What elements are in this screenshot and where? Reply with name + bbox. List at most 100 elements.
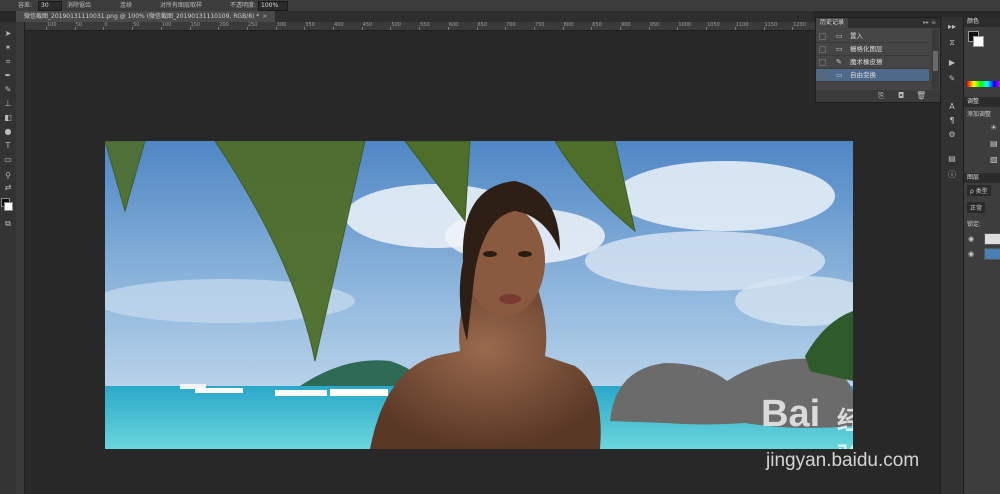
history-state-icon: ▭ [836,45,843,53]
ruler-tick-mark [361,27,363,30]
ruler-tick-label: 650 [477,22,488,28]
history-item-label: 栅格化图层 [850,45,883,53]
type-tool-icon[interactable]: T [2,140,14,151]
ruler-tick-mark [476,27,478,30]
right-panel-dock: 颜色 调整 添加调整 ☀ ▤ ▨ 图层 ρ 类型 正常 锁定: ◉ ◉ [963,17,1000,494]
layer-kind-filter[interactable]: ρ 类型 [967,185,991,196]
layer-thumbnail[interactable] [984,248,1000,260]
scrollbar-thumb[interactable] [933,51,938,71]
stamp-tool-icon[interactable]: ⊥ [2,98,14,109]
ruler-tick-mark [706,27,708,30]
brightness-adjust-icon[interactable]: ☀ [990,123,997,132]
document-tab[interactable]: 微信截图_20190131110031.png @ 100% (微信截图_201… [16,11,276,22]
swap-colors-icon[interactable]: ⇄ [2,182,14,193]
opacity-label: 不透明度: [230,2,257,9]
ruler-tick-mark [734,27,736,30]
history-panel-icon[interactable]: ⧖ [946,37,958,48]
actions-panel-icon[interactable]: ▶ [946,57,958,68]
levels-adjust-icon[interactable]: ▤ [990,139,998,148]
eye-icon[interactable]: ◉ [968,250,974,258]
curves-adjust-icon[interactable]: ▨ [990,155,998,164]
history-item[interactable]: ✎ 魔术橡皮擦 [816,56,929,69]
collapse-icon[interactable]: ▸▸ [946,21,958,32]
ruler-tick-label: 900 [621,22,631,28]
history-item[interactable]: ▭ 栅格化图层 [816,43,929,56]
new-document-from-state-icon[interactable]: ⎘ [878,91,884,101]
ruler-tick-label: 250 [247,22,258,28]
background-color-chip[interactable] [973,36,984,47]
opacity-input[interactable]: 100% [258,1,288,11]
tolerance-input[interactable]: 30 [38,1,62,11]
ruler-tick-label: 100 [161,22,172,28]
lock-label: 锁定: [967,221,982,228]
ruler-tick-mark [792,27,794,30]
ruler-tick-mark [218,27,220,30]
document-tab-title: 微信截图_20190131110031.png @ 100% (微信截图_201… [24,13,260,20]
document-canvas[interactable]: Bai 经验 [105,141,853,449]
background-color-swatch[interactable] [4,202,13,211]
ruler-tick-label: 550 [420,22,430,28]
ruler-tick-mark [533,27,535,30]
character-panel-icon[interactable]: A [946,101,958,112]
tolerance-label: 容差: [18,2,33,9]
ruler-tick-mark [46,27,47,30]
history-item-label: 置入 [850,32,863,40]
history-state-icon: ▭ [836,71,843,79]
ruler-tick-mark [620,27,621,30]
snapshot-checkbox[interactable] [819,33,826,40]
layers-tab[interactable]: 图层 [964,173,1000,183]
info-panel-icon[interactable]: ⓘ [946,169,958,180]
properties-panel-icon[interactable]: ▤ [946,153,958,164]
ruler-tick-mark [763,27,765,30]
snapshot-checkbox[interactable] [819,72,826,79]
ruler-tick-mark [677,27,679,30]
ruler-tick-label: 1050 [707,22,720,28]
eraser-tool-icon[interactable]: ◧ [2,112,14,123]
snapshot-checkbox[interactable] [819,46,826,53]
eyedropper-tool-icon[interactable]: ✒ [2,70,14,81]
ruler-tick-label: 50 [133,22,140,28]
history-state-icon: ✎ [836,58,842,66]
close-tab-icon[interactable]: × [262,13,267,20]
snapshot-icon[interactable]: ◘ [898,91,904,100]
ruler-tick-mark [390,27,392,30]
panel-menu-icon[interactable]: ▸▸ ≡ [923,18,936,28]
history-item[interactable]: ▭ 置入 [816,30,929,43]
magic-wand-tool-icon[interactable]: ✶ [2,42,14,53]
crop-tool-icon[interactable]: ⌗ [2,56,14,67]
ruler-tick-mark [132,27,134,30]
eye-icon[interactable]: ◉ [968,235,974,243]
brush-tool-icon[interactable]: ✎ [2,84,14,95]
history-item-active[interactable]: ▭ 自由变换 [816,69,929,82]
brush-panel-icon[interactable]: ✎ [946,73,958,84]
adjustments-tab[interactable]: 调整 [964,97,1000,107]
history-footer: ⎘ ◘ 🗑 [816,90,940,102]
history-scrollbar[interactable] [932,29,939,89]
move-tool-icon[interactable]: ➤ [2,28,14,39]
dodge-tool-icon[interactable]: ● [2,126,14,137]
snapshot-checkbox[interactable] [819,59,826,66]
ruler-tick-mark [447,27,449,30]
ruler-tick-label: 850 [592,22,602,28]
screen-mode-icon[interactable]: ⧉ [2,218,14,229]
paragraph-panel-icon[interactable]: ¶ [946,115,958,126]
ruler-tick-mark [103,27,105,30]
antialias-checkbox[interactable]: 消除锯齿 [67,0,91,9]
contiguous-checkbox[interactable]: 连续 [120,0,132,9]
ruler-tick-mark [189,27,191,30]
zoom-tool-icon[interactable]: ⚲ [2,170,14,181]
trash-icon[interactable]: 🗑 [916,91,926,100]
ruler-tick-label: 1150 [764,22,778,28]
blend-mode-select[interactable]: 正常 [967,202,986,213]
sample-all-checkbox[interactable]: 对所有图层取样 [160,0,202,9]
ruler-tick-label: 300 [276,22,287,28]
tools-panel: ➤ ✶ ⌗ ✒ ✎ ⊥ ◧ ● T ▭ ⚲ ⇄ ⧉ [0,22,17,494]
ruler-tick-mark [562,27,564,30]
color-tab[interactable]: 颜色 [964,17,1000,27]
tool-presets-icon[interactable]: ⚙ [946,129,958,140]
history-tab[interactable]: 历史记录 [816,18,849,28]
watermark-brand: Bai [761,393,821,435]
color-spectrum[interactable] [967,81,1000,87]
layer-thumbnail[interactable] [984,233,1000,245]
shape-tool-icon[interactable]: ▭ [2,154,14,165]
